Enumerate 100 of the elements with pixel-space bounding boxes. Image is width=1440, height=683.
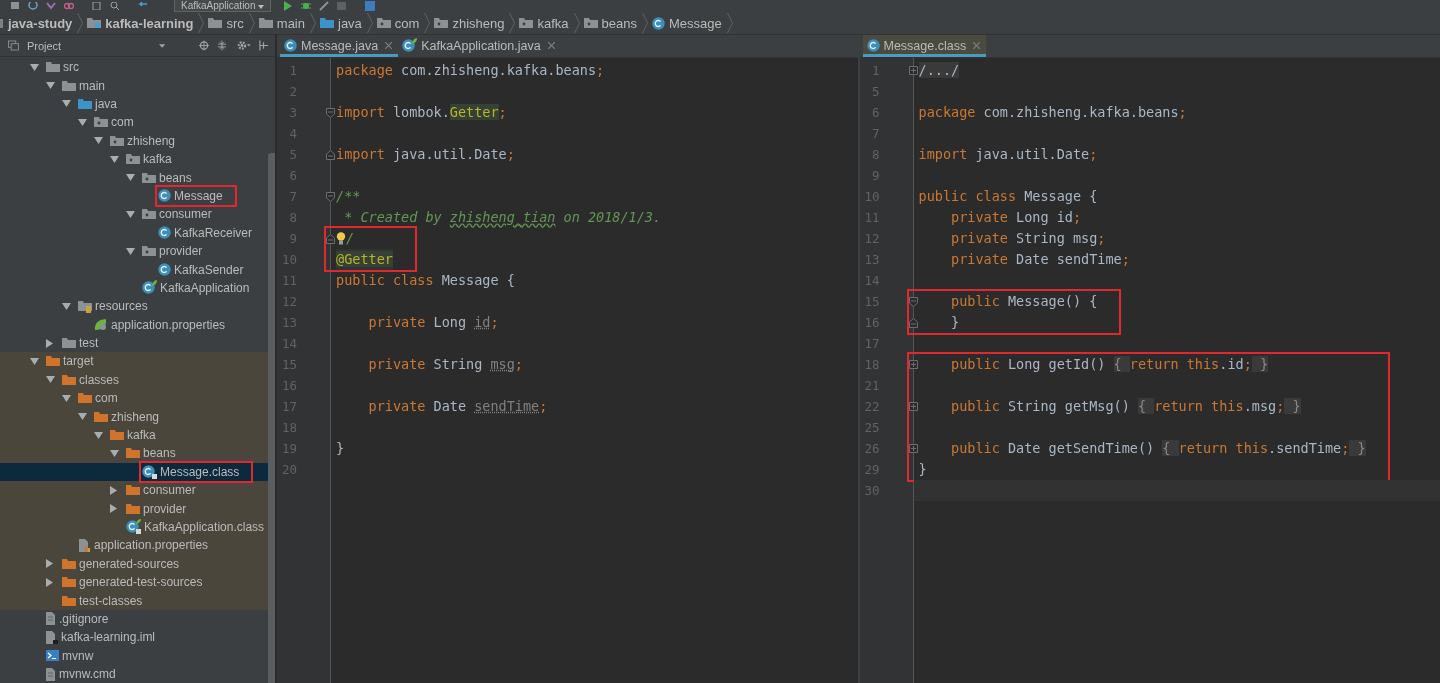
tree-item[interactable]: beans bbox=[0, 168, 268, 187]
tree-item[interactable]: com bbox=[0, 113, 268, 132]
expanded-arrow-icon[interactable] bbox=[78, 118, 87, 126]
tree-item[interactable]: provider bbox=[0, 241, 268, 261]
fold-icon[interactable] bbox=[908, 317, 918, 328]
tree-item-label: KafkaApplication.class bbox=[144, 519, 265, 534]
expanded-arrow-icon[interactable] bbox=[62, 100, 71, 108]
caret-icon[interactable] bbox=[159, 43, 166, 48]
tree-item-label: kafka-learning.iml bbox=[61, 630, 156, 645]
expanded-arrow-icon[interactable] bbox=[62, 302, 71, 310]
close-icon[interactable] bbox=[385, 42, 393, 49]
expanded-arrow-icon[interactable] bbox=[110, 155, 119, 163]
tree-item[interactable]: Message bbox=[0, 186, 268, 206]
tree-item[interactable]: kafka-learning.iml bbox=[0, 628, 268, 647]
tree-item[interactable]: mvnw.cmd bbox=[0, 664, 268, 683]
breadcrumb-item[interactable]: kafka bbox=[515, 13, 574, 33]
expand-fold-icon[interactable] bbox=[908, 402, 918, 411]
scrollbar[interactable] bbox=[268, 153, 275, 683]
code-line: public Message() { bbox=[950, 292, 1098, 311]
tree-item[interactable]: com bbox=[0, 389, 268, 408]
tree-item[interactable]: zhisheng bbox=[0, 131, 268, 150]
editor-tab[interactable]: Message.class bbox=[862, 35, 987, 57]
expanded-arrow-icon[interactable] bbox=[94, 431, 103, 439]
expanded-arrow-icon[interactable] bbox=[126, 210, 135, 218]
breadcrumb-item[interactable]: kafka-learning bbox=[83, 13, 199, 33]
expanded-arrow-icon[interactable] bbox=[110, 449, 119, 457]
toolbar-icon[interactable] bbox=[92, 2, 102, 10]
breadcrumb-item[interactable]: Message bbox=[647, 13, 727, 33]
collapsed-arrow-icon[interactable] bbox=[46, 338, 53, 348]
tree-item[interactable]: KafkaApplication bbox=[0, 278, 268, 298]
bug-icon[interactable] bbox=[301, 1, 312, 11]
tree-item-label: test bbox=[79, 336, 99, 351]
expand-fold-icon[interactable] bbox=[908, 444, 918, 453]
tree-item[interactable]: main bbox=[0, 76, 268, 95]
tree-item-label: target bbox=[63, 354, 94, 369]
lightbulb-icon[interactable] bbox=[336, 232, 346, 245]
tree-item[interactable]: beans bbox=[0, 444, 268, 463]
toolbar-icon[interactable] bbox=[319, 1, 330, 11]
tree-item-label: mvnw.cmd bbox=[59, 667, 116, 682]
close-icon[interactable] bbox=[547, 42, 555, 49]
chevron-icon bbox=[641, 13, 648, 33]
chevron-icon bbox=[424, 13, 431, 33]
breadcrumb-item[interactable]: main bbox=[254, 13, 310, 33]
tree-item[interactable]: src bbox=[0, 58, 268, 77]
project-view-dropdown[interactable]: Project bbox=[26, 39, 62, 52]
fold-icon[interactable] bbox=[908, 296, 918, 307]
expand-fold-icon[interactable] bbox=[908, 360, 918, 369]
tree-item[interactable]: provider bbox=[0, 499, 268, 518]
tree-item[interactable]: application.properties bbox=[0, 536, 268, 555]
search-icon[interactable] bbox=[110, 2, 120, 10]
tree-item[interactable]: application.properties bbox=[0, 315, 268, 334]
tree-item[interactable]: Message.class bbox=[0, 462, 268, 481]
expanded-arrow-icon[interactable] bbox=[30, 357, 39, 365]
tree-item-label: provider bbox=[143, 501, 187, 516]
tree-item[interactable]: KafkaSender bbox=[0, 260, 268, 279]
tree-item[interactable]: .gitignore bbox=[0, 609, 268, 629]
tree-item-label: java bbox=[95, 97, 117, 111]
tree-item-label: com bbox=[95, 391, 118, 406]
expanded-arrow-icon[interactable] bbox=[94, 137, 103, 145]
breadcrumb-item[interactable]: zhisheng bbox=[430, 13, 510, 33]
tree-item[interactable]: KafkaReceiver bbox=[0, 223, 268, 242]
pin-icon[interactable] bbox=[259, 40, 269, 51]
expanded-arrow-icon[interactable] bbox=[46, 376, 55, 384]
breadcrumb-item[interactable]: src bbox=[204, 13, 249, 33]
tree-item[interactable]: java bbox=[0, 94, 268, 114]
tree-item[interactable]: target bbox=[0, 352, 268, 371]
toolbar-icon[interactable] bbox=[64, 2, 74, 10]
breadcrumb-item[interactable]: java-study bbox=[0, 13, 78, 33]
expanded-arrow-icon[interactable] bbox=[126, 174, 135, 182]
expanded-arrow-icon[interactable] bbox=[30, 63, 39, 71]
tree-item[interactable]: resources bbox=[0, 297, 268, 316]
tree-item[interactable]: mvnw bbox=[0, 646, 268, 665]
tree-item[interactable]: kafka bbox=[0, 149, 268, 169]
help-icon[interactable] bbox=[365, 1, 376, 11]
editor-tab[interactable]: KafkaApplication.java bbox=[398, 35, 561, 57]
settings-icon[interactable] bbox=[237, 40, 251, 51]
tree-item-label: kafka bbox=[143, 152, 172, 167]
crosshair-icon[interactable] bbox=[199, 40, 210, 51]
code-line: private String msg; bbox=[367, 355, 523, 374]
tree-item[interactable]: test-classes bbox=[0, 591, 268, 610]
fold-icon[interactable] bbox=[326, 149, 335, 160]
run-configuration-dropdown[interactable]: KafkaApplication bbox=[174, 0, 272, 12]
breadcrumb-item[interactable]: beans bbox=[579, 13, 642, 33]
expanded-arrow-icon[interactable] bbox=[46, 82, 55, 90]
collapse-all-icon[interactable] bbox=[217, 40, 228, 51]
tree-item[interactable]: test bbox=[0, 333, 268, 353]
tree-item-label: KafkaReceiver bbox=[174, 225, 253, 240]
class-icon bbox=[158, 189, 171, 203]
expanded-arrow-icon[interactable] bbox=[78, 413, 87, 421]
expanded-arrow-icon[interactable] bbox=[62, 394, 71, 402]
tree-item[interactable]: consumer bbox=[0, 205, 268, 224]
breadcrumb-item[interactable]: java bbox=[316, 13, 367, 33]
tree-item[interactable]: zhisheng bbox=[0, 407, 268, 426]
close-icon[interactable] bbox=[973, 42, 981, 49]
fold-icon[interactable] bbox=[326, 191, 335, 202]
expanded-arrow-icon[interactable] bbox=[126, 247, 135, 255]
fold-icon[interactable] bbox=[326, 107, 335, 118]
code-line: public class Message { bbox=[336, 271, 515, 290]
breadcrumb-item[interactable]: com bbox=[372, 13, 425, 33]
expand-fold-icon[interactable] bbox=[908, 66, 918, 75]
